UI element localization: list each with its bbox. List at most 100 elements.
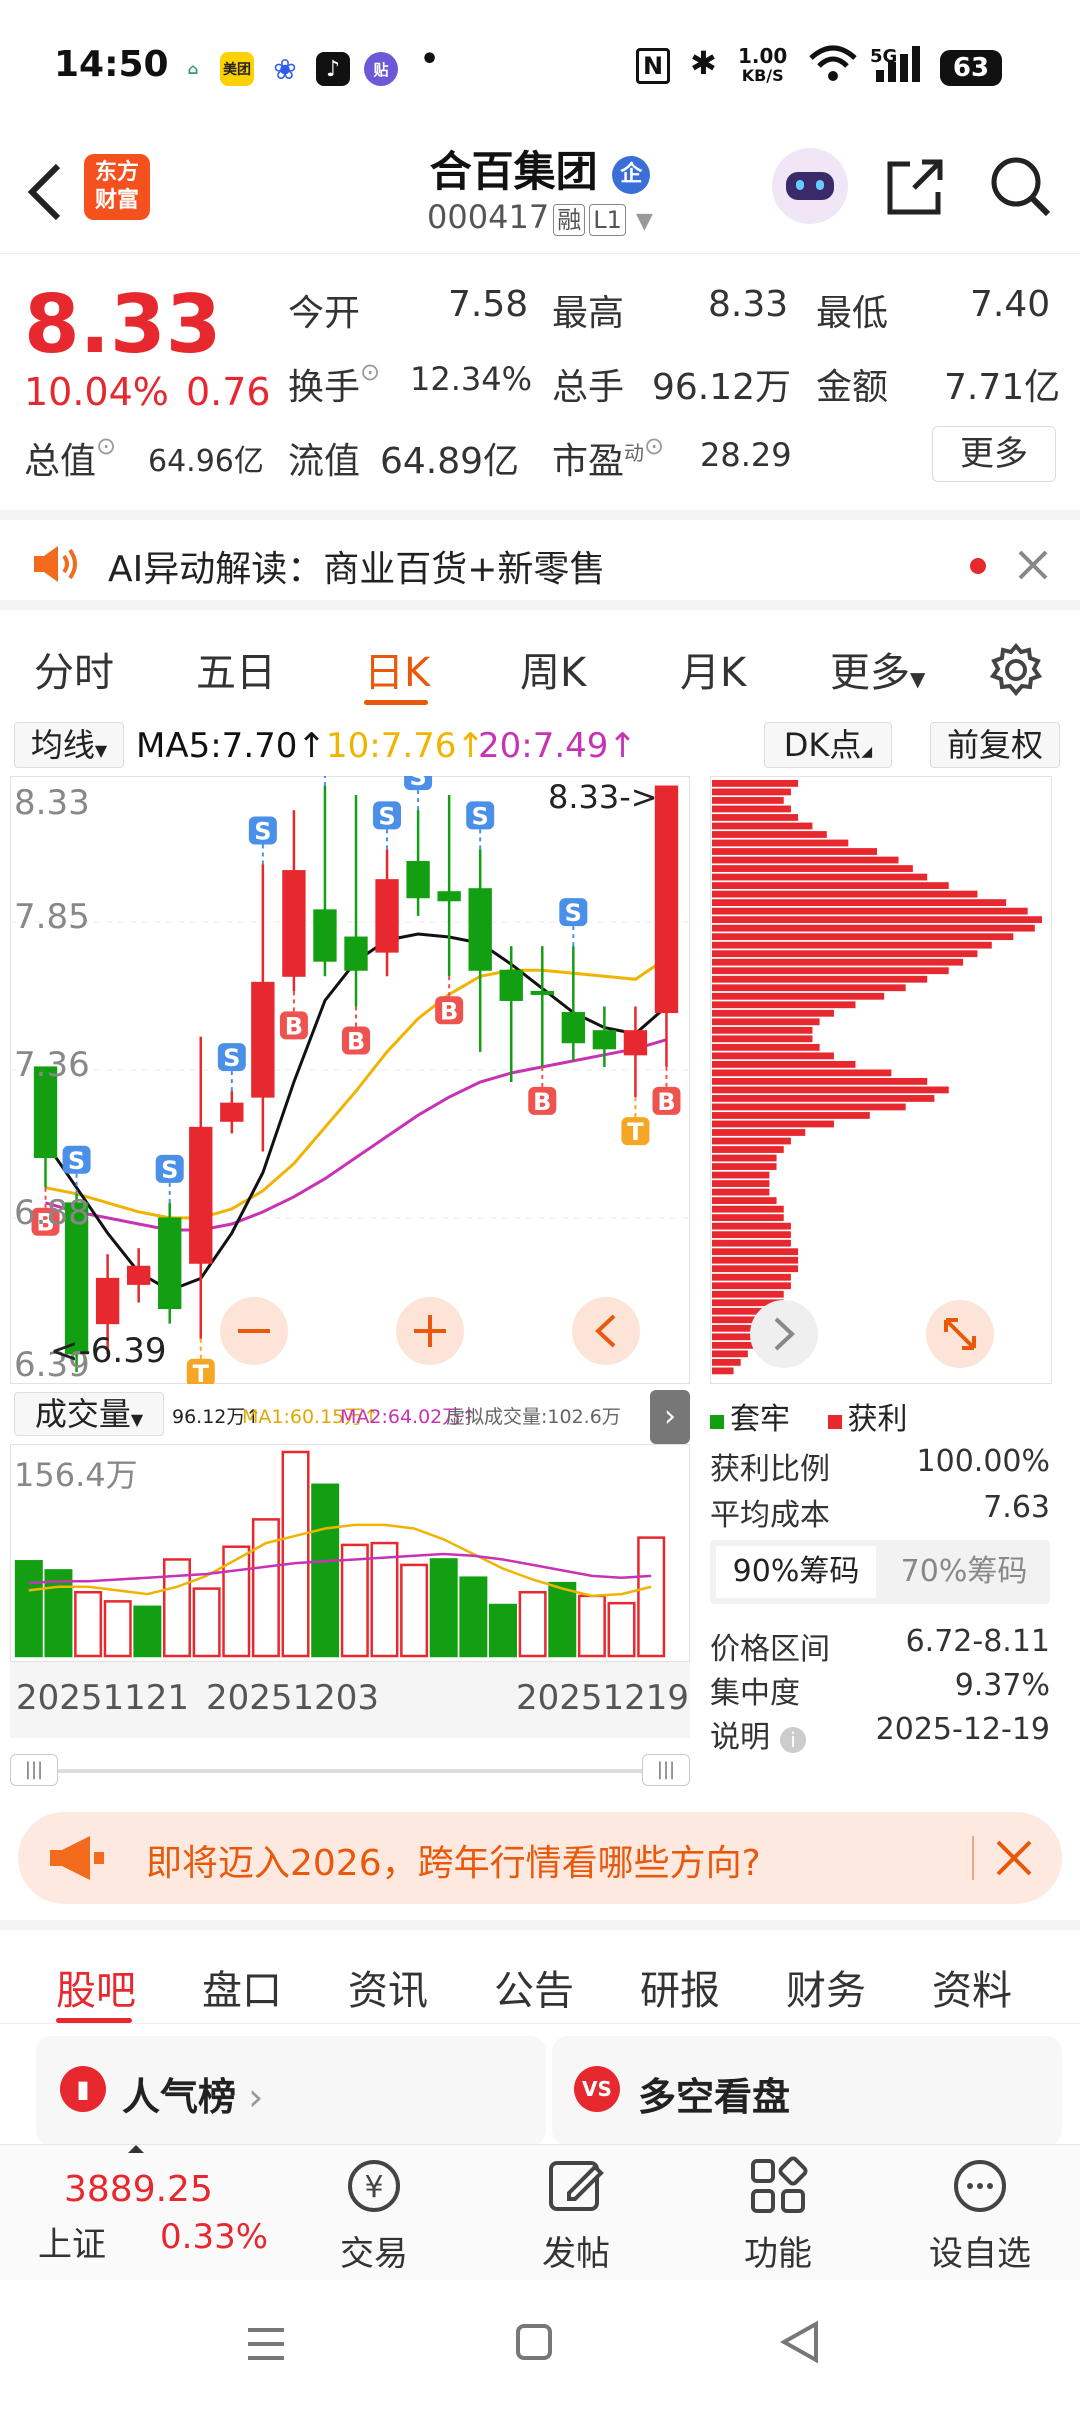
chip-bar: [712, 839, 849, 847]
tab-weekly-k[interactable]: 周K: [520, 640, 586, 698]
recent-apps-icon[interactable]: [244, 2322, 288, 2366]
volume-select[interactable]: 成交量▼: [14, 1392, 164, 1436]
high-annotation: 8.33->: [548, 778, 658, 816]
ai-insight-bar[interactable]: AI异动解读：商业百货+新零售: [0, 510, 1080, 610]
profit-ratio-row: 获利比例 100.00%: [710, 1444, 1050, 1487]
signal-marker-label: S: [409, 776, 426, 791]
zoom-out-button[interactable]: [220, 1297, 288, 1365]
tab-chip-90[interactable]: 90%筹码: [716, 1546, 876, 1598]
close-icon[interactable]: [1016, 548, 1050, 582]
dropdown-triangle-icon: ▼: [910, 667, 926, 691]
expand-right-button[interactable]: [750, 1300, 818, 1368]
chip-bar: [712, 1095, 935, 1102]
nav-add-watchlist[interactable]: 设自选: [900, 2155, 1060, 2275]
nav-trade[interactable]: ¥ 交易: [294, 2155, 454, 2275]
tab-monthly-k[interactable]: 月K: [680, 640, 746, 698]
ma5-value: MA5:7.70↑: [136, 726, 326, 766]
grid-icon: [751, 2156, 808, 2213]
chip-bar: [712, 1009, 834, 1017]
index-value[interactable]: 3889.25: [64, 2169, 213, 2210]
fullscreen-button[interactable]: [926, 1300, 994, 1368]
bull-bear-card[interactable]: VS 多空看盘: [552, 2036, 1062, 2146]
candle-body: [158, 1217, 182, 1310]
scroll-left-button[interactable]: [572, 1297, 640, 1365]
settings-gear-icon[interactable]: [988, 642, 1044, 698]
candle-body: [623, 1030, 648, 1056]
promo-banner[interactable]: 即将迈入2026，跨年行情看哪些方向?: [18, 1812, 1062, 1904]
more-button[interactable]: 更多: [932, 426, 1056, 482]
turnover-value: 12.34%: [410, 360, 533, 398]
chip-bar: [712, 1358, 741, 1366]
share-icon[interactable]: [884, 156, 946, 218]
volume-value: 96.12万: [652, 367, 792, 408]
bluetooth-icon: ✱: [690, 44, 717, 82]
tab-financials[interactable]: 财务: [786, 1958, 866, 2016]
volume-bar: [548, 1581, 577, 1658]
search-icon[interactable]: [988, 154, 1054, 220]
legend-profit: 获利: [847, 1402, 908, 1437]
zoom-in-button[interactable]: [396, 1297, 464, 1365]
chip-distribution-chart: [710, 776, 1052, 1384]
info-dots-icon[interactable]: ⊙: [644, 432, 664, 460]
dk-point-button[interactable]: DK点◢: [764, 722, 892, 768]
home-button-icon[interactable]: [514, 2322, 554, 2362]
chip-bar: [712, 856, 899, 864]
ma-indicator-row: 均线▼ MA5:7.70↑ 10:7.76↑ 20:7.49↑ DK点◢ 前复权: [0, 718, 1080, 774]
info-dots-icon[interactable]: ⊙: [96, 432, 116, 460]
info-dots-icon[interactable]: ⊙: [360, 358, 380, 386]
level-tag: L1: [589, 204, 626, 236]
close-icon[interactable]: [994, 1838, 1034, 1878]
tab-daily-k[interactable]: 日K: [364, 640, 430, 698]
signal-marker-label: B: [657, 1088, 675, 1116]
ai-robot-avatar[interactable]: [772, 148, 848, 224]
kline-chart[interactable]: BSSTSSBSBSSBSBSTB 8.33 7.85 7.36 6.88 6.…: [10, 776, 690, 1384]
candle-body: [189, 1126, 213, 1264]
tab-profile[interactable]: 资料: [932, 1958, 1012, 2016]
volume-bar: [489, 1603, 517, 1658]
margin-tag: 融: [553, 204, 586, 236]
system-navigation-bar: [0, 2280, 1080, 2412]
chip-bar: [712, 1120, 834, 1128]
tab-announcements[interactable]: 公告: [494, 1958, 574, 2016]
index-name[interactable]: 上证: [38, 2217, 106, 2266]
tab-five-day[interactable]: 五日: [196, 640, 276, 698]
tab-news[interactable]: 资讯: [348, 1958, 428, 2016]
expand-indicator-button[interactable]: ›: [650, 1390, 690, 1444]
index-change[interactable]: 0.33%: [160, 2217, 268, 2257]
back-button-icon[interactable]: [778, 2320, 822, 2364]
tab-order-book[interactable]: 盘口: [202, 1958, 282, 2016]
signal-marker-label: S: [565, 899, 582, 927]
promo-text: 即将迈入2026，跨年行情看哪些方向?: [146, 1843, 761, 1884]
chip-bar: [712, 1231, 791, 1239]
pe-label: 市盈动⊙: [552, 432, 665, 482]
popularity-card[interactable]: ▮ 人气榜 ›: [36, 2036, 546, 2146]
tab-research[interactable]: 研报: [640, 1958, 720, 2016]
chip-bar: [712, 882, 949, 889]
tab-intraday[interactable]: 分时: [34, 640, 114, 698]
volume-bar: [133, 1605, 162, 1658]
tab-more[interactable]: 更多▼: [830, 640, 925, 698]
tab-forum[interactable]: 股吧: [56, 1958, 136, 2016]
price-adjust-button[interactable]: 前复权: [930, 722, 1060, 768]
float-cap-value: 64.89亿: [380, 441, 520, 482]
tab-chip-70[interactable]: 70%筹码: [884, 1546, 1044, 1598]
svg-text:¥: ¥: [364, 2170, 383, 2205]
index-expand-icon[interactable]: [128, 2145, 144, 2153]
info-icon[interactable]: i: [780, 1727, 806, 1753]
unread-dot: [970, 558, 986, 574]
range-handle-right[interactable]: |||: [642, 1754, 690, 1786]
signal-marker-label: S: [161, 1156, 178, 1184]
nav-function[interactable]: 功能: [698, 2155, 858, 2275]
chip-bar: [712, 1222, 791, 1230]
ma-select[interactable]: 均线▼: [14, 722, 124, 768]
candle-body: [437, 891, 461, 902]
range-scroller[interactable]: ||| |||: [10, 1754, 690, 1788]
candle-body: [126, 1265, 151, 1285]
chip-bar: [712, 1282, 791, 1290]
last-price: 8.33: [24, 278, 222, 371]
range-handle-left[interactable]: |||: [10, 1754, 58, 1786]
date-axis: 20251121 20251203 20251219: [10, 1662, 690, 1738]
stock-header: 东方 财富 合百集团 企 000417 融 L1 ▼: [0, 130, 1080, 254]
signal-marker-label: T: [627, 1118, 644, 1146]
nav-post[interactable]: 发帖: [496, 2155, 656, 2275]
